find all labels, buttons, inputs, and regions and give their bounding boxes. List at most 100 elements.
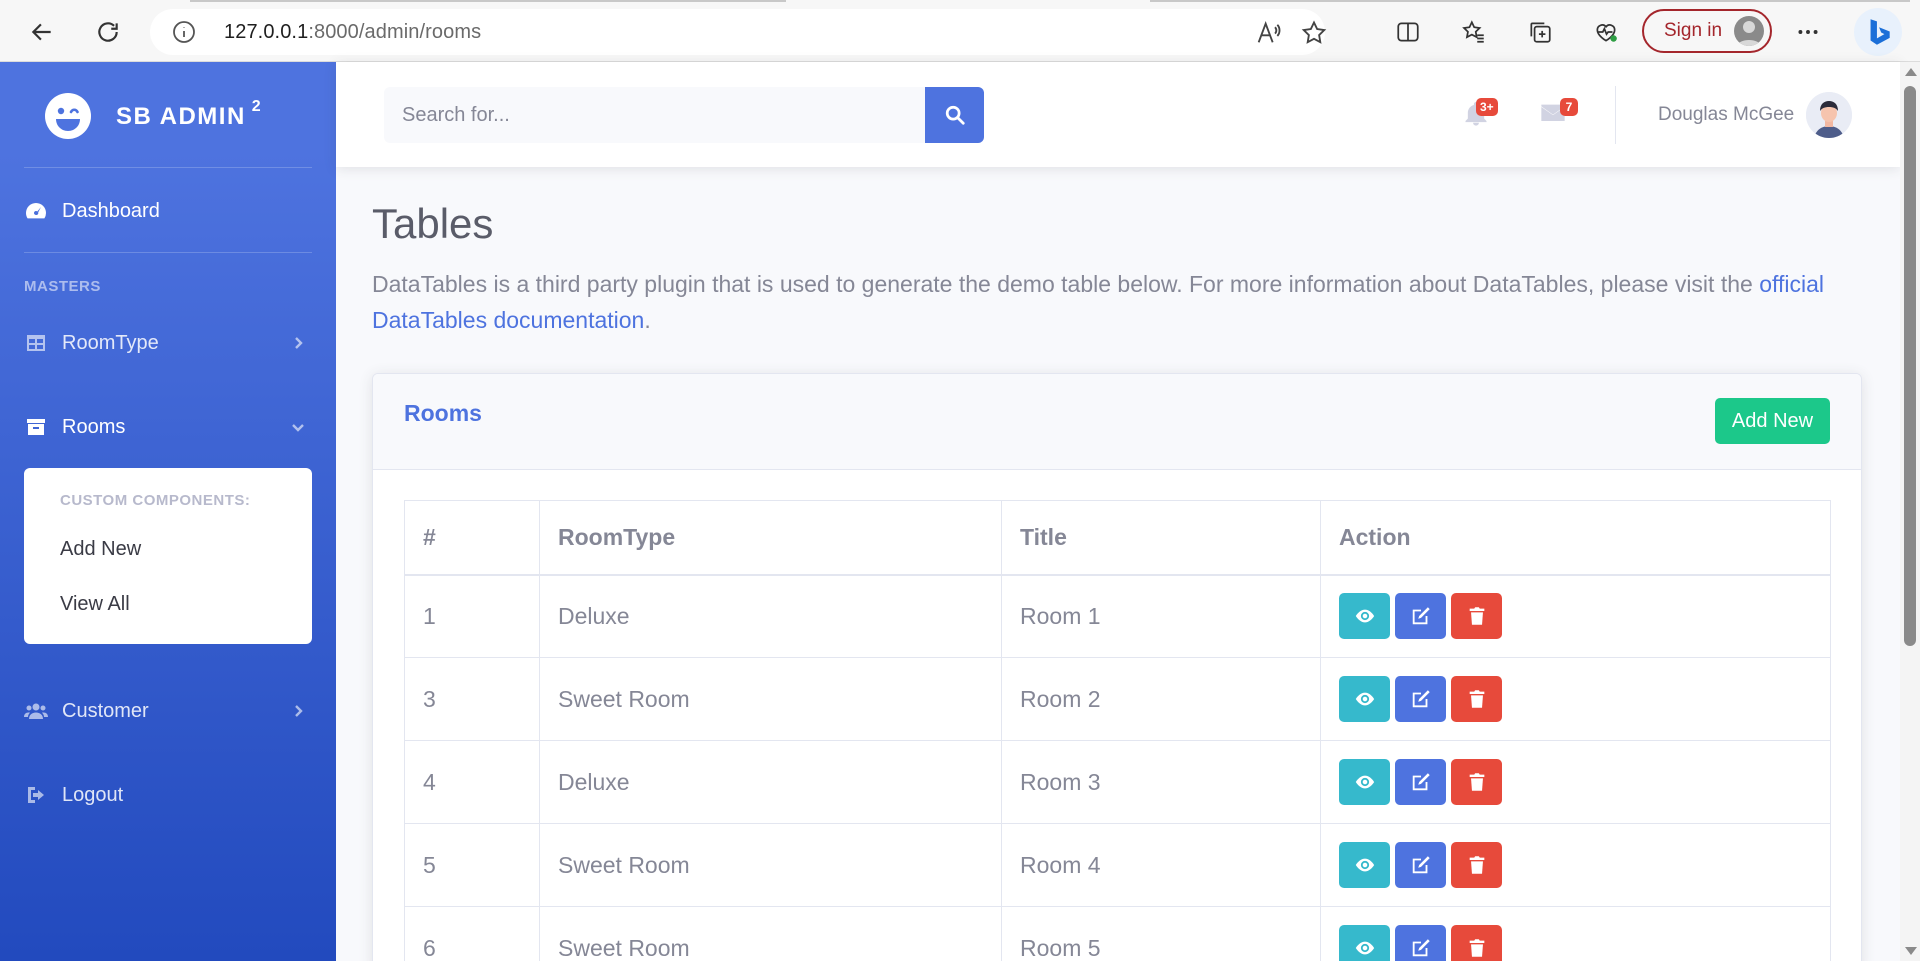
sidebar-item-roomtype[interactable]: RoomType (24, 318, 312, 368)
cell-title: Room 2 (1001, 657, 1321, 741)
user-avatar[interactable] (1806, 92, 1852, 138)
eye-icon (1355, 775, 1374, 789)
view-button[interactable] (1339, 925, 1390, 961)
sidebar-item-logout[interactable]: Logout (24, 770, 312, 820)
edit-icon (1412, 856, 1430, 874)
bing-copilot-icon (1870, 19, 1890, 45)
laugh-wink-icon (45, 93, 91, 139)
row-actions (1339, 925, 1812, 961)
sidebar: SB ADMIN 2 Dashboard MASTERS RoomType Roo… (0, 62, 336, 961)
read-aloud-icon[interactable] (1254, 19, 1282, 47)
edit-button[interactable] (1395, 842, 1446, 888)
column-header-action[interactable]: Action (1320, 500, 1831, 576)
card-title: Rooms (404, 400, 482, 426)
scroll-down-arrow-icon[interactable] (1905, 947, 1917, 955)
edit-icon (1412, 939, 1430, 957)
user-name[interactable]: Douglas McGee (1658, 104, 1794, 126)
sidebar-item-label: Logout (62, 783, 124, 806)
page-title: Tables (372, 200, 494, 247)
sign-in-label: Sign in (1664, 20, 1723, 41)
view-button[interactable] (1339, 676, 1390, 722)
box-icon (27, 419, 45, 435)
sidebar-item-label: RoomType (62, 331, 159, 354)
collections-button[interactable] (1520, 12, 1560, 52)
column-header-number[interactable]: # (404, 500, 540, 576)
delete-button[interactable] (1451, 593, 1502, 640)
topbar-divider (1615, 86, 1616, 144)
edit-button[interactable] (1395, 593, 1446, 640)
view-button[interactable] (1339, 759, 1390, 805)
description-end: . (644, 307, 651, 333)
edit-button[interactable] (1395, 759, 1446, 805)
eye-icon (1355, 858, 1374, 872)
table-row: 1 Deluxe Room 1 (404, 574, 1831, 658)
submenu-item-view-all[interactable]: View All (60, 593, 130, 616)
edit-button[interactable] (1395, 925, 1446, 961)
scroll-thumb[interactable] (1904, 86, 1916, 646)
eye-icon (1355, 692, 1374, 706)
table-row: 6 Sweet Room Room 5 (404, 906, 1831, 961)
sidebar-divider (24, 167, 312, 168)
sidebar-heading-masters: MASTERS (24, 278, 101, 295)
edit-button[interactable] (1395, 676, 1446, 722)
row-actions (1339, 676, 1812, 722)
submenu-header: CUSTOM COMPONENTS: (60, 492, 251, 509)
tab-strip-edge (0, 0, 1920, 2)
cell-roomtype: Deluxe (539, 740, 1002, 824)
edit-icon (1412, 607, 1430, 625)
edit-icon (1412, 690, 1430, 708)
favorites-button[interactable] (1454, 12, 1494, 52)
reload-button[interactable] (88, 12, 128, 52)
users-icon (24, 703, 48, 719)
tachometer-icon (26, 203, 46, 219)
delete-button[interactable] (1451, 676, 1502, 722)
sidebar-item-dashboard[interactable]: Dashboard (24, 186, 312, 236)
column-header-roomtype[interactable]: RoomType (539, 500, 1002, 576)
delete-button[interactable] (1451, 925, 1502, 961)
browser-essentials-button[interactable] (1586, 12, 1626, 52)
ellipsis-icon (1798, 30, 1818, 34)
sidebar-item-label: Customer (62, 699, 149, 722)
heart-pulse-icon (1596, 24, 1617, 42)
search-input[interactable] (384, 87, 925, 143)
submenu-item-add-new[interactable]: Add New (60, 538, 141, 561)
more-options-button[interactable] (1788, 12, 1828, 52)
view-button[interactable] (1339, 593, 1390, 640)
view-button[interactable] (1339, 842, 1390, 888)
table-row: 4 Deluxe Room 3 (404, 740, 1831, 824)
cell-title: Room 1 (1001, 574, 1321, 658)
cell-number: 1 (404, 574, 540, 658)
trash-icon (1469, 856, 1484, 874)
info-icon[interactable] (172, 20, 196, 44)
cell-number: 3 (404, 657, 540, 741)
trash-icon (1469, 607, 1484, 625)
trash-icon (1469, 690, 1484, 708)
favorite-star-icon[interactable] (1300, 19, 1328, 47)
scroll-up-arrow-icon[interactable] (1905, 68, 1917, 76)
cell-actions (1320, 574, 1831, 658)
chevron-right-icon (295, 705, 303, 717)
column-header-title[interactable]: Title (1001, 500, 1321, 576)
sign-in-button[interactable]: Sign in (1642, 9, 1772, 53)
cell-roomtype: Sweet Room (539, 657, 1002, 741)
address-bar[interactable]: 127.0.0.1:8000/admin/rooms (150, 9, 1328, 55)
page-scrollbar[interactable] (1900, 62, 1920, 961)
page-description: DataTables is a third party plugin that … (372, 266, 1872, 338)
trash-icon (1469, 939, 1484, 957)
delete-button[interactable] (1451, 759, 1502, 805)
eye-icon (1355, 609, 1374, 623)
copilot-button[interactable] (1854, 8, 1902, 56)
cell-number: 5 (404, 823, 540, 907)
search-button[interactable] (925, 87, 984, 143)
row-actions (1339, 759, 1812, 805)
back-button[interactable] (22, 12, 62, 52)
sidebar-brand[interactable]: SB ADMIN 2 (44, 92, 262, 140)
search-icon (945, 105, 965, 125)
sidebar-item-customer[interactable]: Customer (24, 686, 312, 736)
split-screen-button[interactable] (1388, 12, 1428, 52)
sidebar-item-rooms[interactable]: Rooms (24, 402, 312, 452)
cell-number: 6 (404, 906, 540, 961)
add-new-button[interactable]: Add New (1715, 398, 1830, 444)
trash-icon (1469, 773, 1484, 791)
delete-button[interactable] (1451, 842, 1502, 888)
